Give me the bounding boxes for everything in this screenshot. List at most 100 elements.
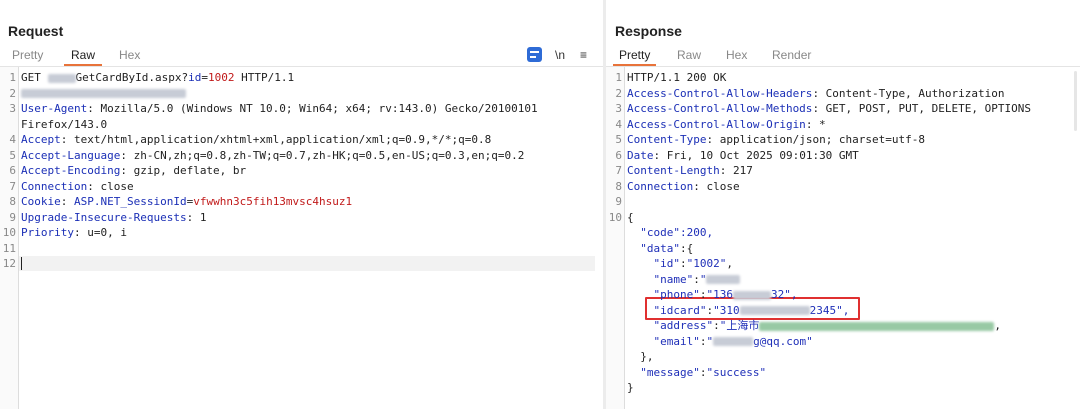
response-line[interactable]: 4 Access-Control-Allow-Origin: * <box>606 117 1080 132</box>
response-line[interactable]: "address":"上海市, <box>606 318 1080 333</box>
scrollbar[interactable] <box>1074 71 1077 131</box>
code-token: Cookie <box>21 195 61 208</box>
tab-hex[interactable]: Hex <box>726 46 747 64</box>
line-code: "email":" g@qq.com" <box>627 334 812 349</box>
redacted-text <box>759 321 995 331</box>
line-code: Access-Control-Allow-Headers: Content-Ty… <box>627 86 1005 101</box>
code-token: vfwwhn3c5fih13mvsc4hsuz1 <box>193 195 353 208</box>
response-line[interactable]: "name":" <box>606 272 1080 287</box>
code-token: :200, <box>679 226 714 239</box>
response-line[interactable]: 7 Content-Length: 217 <box>606 163 1080 178</box>
request-line[interactable]: 3 User-Agent: Mozilla/5.0 (Windows NT 10.… <box>0 101 603 116</box>
line-code: Upgrade-Insecure-Requests: 1 <box>21 210 206 225</box>
request-line[interactable]: 11 <box>0 241 603 256</box>
code-token: "success" <box>706 365 767 379</box>
line-number: 10 <box>608 210 622 224</box>
request-editor[interactable]: 1 GET GetCardById.aspx?id=1002 HTTP/1.1 2 3… <box>0 66 603 409</box>
request-line[interactable]: 7 Connection: close <box>0 179 603 194</box>
tab-raw[interactable]: Raw <box>64 46 103 66</box>
line-number: 5 <box>9 148 16 162</box>
code-token: Firefox/143.0 <box>21 117 108 131</box>
line-code: "code":200, <box>627 225 713 240</box>
response-line[interactable]: 1 HTTP/1.1 200 OK <box>606 70 1080 85</box>
code-token: : <box>679 257 687 270</box>
request-line[interactable]: Firefox/143.0 <box>0 117 603 132</box>
line-number: 11 <box>2 241 16 255</box>
code-token: Access-Control-Allow-Methods <box>627 102 813 115</box>
line-number: 1 <box>9 71 16 84</box>
line-code: { <box>627 210 634 225</box>
line-number: 4 <box>615 117 622 131</box>
wrap-lines-icon[interactable] <box>527 47 542 62</box>
line-code: Access-Control-Allow-Origin: * <box>627 117 826 132</box>
line-number: 9 <box>9 210 16 224</box>
tab-hex[interactable]: Hex <box>119 46 140 64</box>
code-token: User-Agent <box>21 102 88 115</box>
response-line[interactable]: 9 <box>606 194 1080 209</box>
code-token: "idcard" <box>627 303 707 317</box>
request-line[interactable]: 2 <box>0 86 603 101</box>
tab-pretty[interactable]: Pretty <box>613 46 657 66</box>
line-code: Cookie: ASP.NET_SessionId=vfwwhn3c5fih13… <box>21 194 352 209</box>
code-token: : application/json; charset=utf-8 <box>706 133 926 146</box>
response-line[interactable]: "code":200, <box>606 225 1080 240</box>
code-token: : 1 <box>186 210 207 224</box>
request-line[interactable]: 4 Accept: text/html,application/xhtml+xml… <box>0 132 603 147</box>
request-line[interactable]: 8 Cookie: ASP.NET_SessionId=vfwwhn3c5fih1… <box>0 194 603 209</box>
newline-toggle[interactable]: \n <box>555 46 565 64</box>
code-token: { <box>627 210 634 224</box>
code-token: : close <box>693 179 740 193</box>
response-line[interactable]: 6 Date: Fri, 10 Oct 2025 09:01:30 GMT <box>606 148 1080 163</box>
tab-pretty[interactable]: Pretty <box>12 46 43 64</box>
code-token: Access-Control-Allow-Origin <box>627 117 806 131</box>
code-token: : <box>60 195 74 208</box>
line-number: 8 <box>9 195 16 208</box>
line-code: "data":{ <box>627 241 693 256</box>
code-token: "310 <box>713 303 740 317</box>
response-tabs: Pretty Raw Hex Render <box>606 46 1080 66</box>
code-token: Upgrade-Insecure-Requests <box>21 210 187 224</box>
response-line[interactable]: "idcard":"310 2345", <box>606 303 1080 318</box>
request-tools: \n ≡ <box>527 46 597 64</box>
code-token: HTTP/1.1 <box>234 71 295 84</box>
response-line[interactable]: }, <box>606 349 1080 364</box>
request-line[interactable]: 1 GET GetCardById.aspx?id=1002 HTTP/1.1 <box>0 70 603 85</box>
response-line[interactable]: "id":"1002", <box>606 256 1080 271</box>
request-line[interactable]: 10 Priority: u=0, i <box>0 225 603 240</box>
line-code: Connection: close <box>21 179 134 194</box>
request-line[interactable]: 5 Accept-Language: zh-CN,zh;q=0.8,zh-TW;q… <box>0 148 603 163</box>
response-line[interactable]: "message":"success" <box>606 365 1080 380</box>
code-token: }, <box>627 350 654 363</box>
line-code: "message":"success" <box>627 365 766 380</box>
response-line[interactable]: 2 Access-Control-Allow-Headers: Content-T… <box>606 86 1080 101</box>
request-line[interactable]: 6 Accept-Encoding: gzip, deflate, br <box>0 163 603 178</box>
request-line[interactable]: 12 <box>0 256 603 271</box>
code-token: " <box>699 272 707 286</box>
response-line[interactable]: "email":" g@qq.com" <box>606 334 1080 349</box>
request-pane: Request Pretty Raw Hex \n ≡ 1 GET GetCard… <box>0 0 603 409</box>
response-line[interactable]: 10 { <box>606 210 1080 225</box>
response-line[interactable]: } <box>606 380 1080 395</box>
code-token: ASP.NET_SessionId <box>74 195 187 208</box>
code-token: "message" <box>627 365 700 379</box>
tab-raw[interactable]: Raw <box>677 46 701 64</box>
code-token: : Fri, 10 Oct 2025 09:01:30 GMT <box>653 148 859 162</box>
code-token: Content-Length <box>627 164 720 177</box>
response-line[interactable]: "phone":"136 32", <box>606 287 1080 302</box>
line-number: 1 <box>615 71 622 84</box>
line-number: 7 <box>615 164 622 177</box>
code-token: "email" <box>627 334 700 348</box>
response-line[interactable]: "data":{ <box>606 241 1080 256</box>
tab-render[interactable]: Render <box>772 46 811 64</box>
response-editor[interactable]: 1 HTTP/1.1 200 OK 2 Access-Control-Allow-He… <box>606 66 1080 409</box>
response-title: Response <box>615 23 682 39</box>
code-token: id <box>188 71 202 84</box>
response-line[interactable]: 8 Connection: close <box>606 179 1080 194</box>
response-line[interactable]: 5 Content-Type: application/json; charset… <box>606 132 1080 147</box>
code-token: "136 <box>706 288 733 301</box>
code-token: : <box>693 272 700 286</box>
menu-icon[interactable]: ≡ <box>580 46 587 64</box>
request-line[interactable]: 9 Upgrade-Insecure-Requests: 1 <box>0 210 603 225</box>
code-token: , <box>994 319 1001 332</box>
response-line[interactable]: 3 Access-Control-Allow-Methods: GET, POST… <box>606 101 1080 116</box>
